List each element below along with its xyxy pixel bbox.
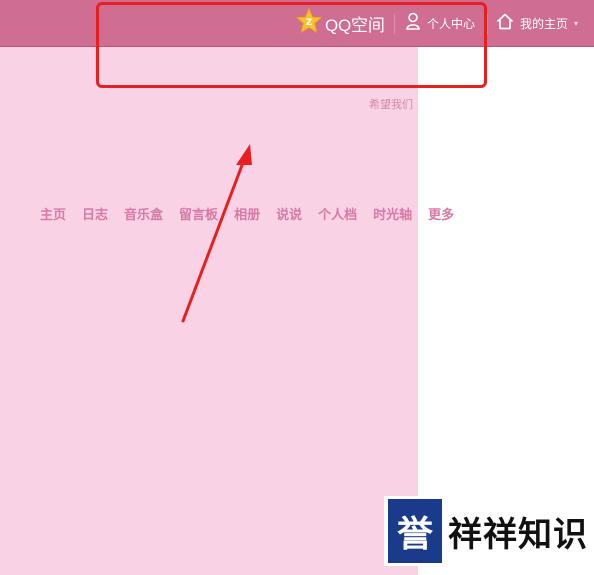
watermark-block: 誉	[388, 499, 442, 563]
annotation-arrow	[181, 144, 252, 323]
watermark-text: 祥祥知识	[448, 514, 588, 555]
watermark-logo: 誉 祥祥知识	[384, 496, 590, 566]
